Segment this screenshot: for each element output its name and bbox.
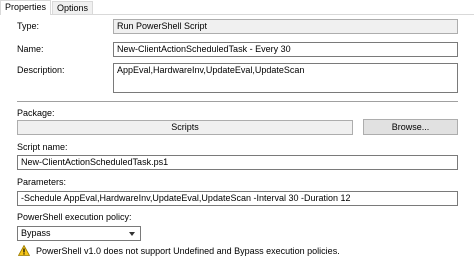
tab-options[interactable]: Options <box>52 1 94 14</box>
tab-properties[interactable]: Properties <box>0 0 52 15</box>
type-field: Run PowerShell Script <box>113 19 458 34</box>
tab-bar: Properties Options <box>0 0 474 15</box>
execution-policy-warning: PowerShell v1.0 does not support Undefin… <box>36 246 340 256</box>
package-field: Scripts <box>17 120 353 135</box>
execution-policy-selected: Bypass <box>21 228 51 238</box>
name-field[interactable]: New-ClientActionScheduledTask - Every 30 <box>113 42 458 57</box>
execution-policy-select[interactable]: Bypass <box>17 226 141 241</box>
execution-policy-label: PowerShell execution policy: <box>17 212 132 222</box>
browse-button[interactable]: Browse... <box>363 119 458 135</box>
parameters-field[interactable]: -Schedule AppEval,HardwareInv,UpdateEval… <box>17 191 458 206</box>
section-separator <box>17 101 458 102</box>
script-name-field[interactable]: New-ClientActionScheduledTask.ps1 <box>17 155 458 170</box>
tab-divider <box>0 14 474 15</box>
script-name-label: Script name: <box>17 142 68 152</box>
chevron-down-icon <box>129 232 135 236</box>
warning-triangle-icon <box>18 245 30 256</box>
type-label: Type: <box>17 21 40 31</box>
name-label: Name: <box>17 44 44 54</box>
parameters-label: Parameters: <box>17 177 67 187</box>
description-field[interactable]: AppEval,HardwareInv,UpdateEval,UpdateSca… <box>113 63 458 93</box>
description-label: Description: <box>17 65 65 75</box>
package-label: Package: <box>17 108 55 118</box>
